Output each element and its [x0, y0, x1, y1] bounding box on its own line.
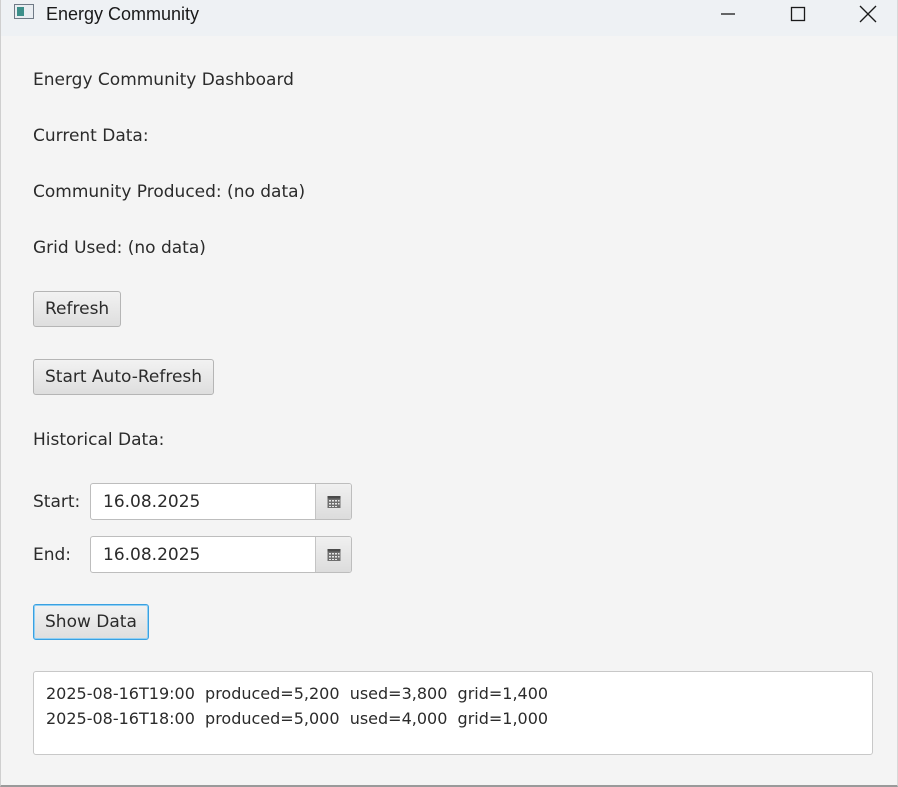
close-button[interactable] — [838, 0, 898, 28]
show-data-button[interactable]: Show Data — [33, 604, 149, 640]
title-bar[interactable]: Energy Community — [1, 0, 897, 36]
maximize-icon — [790, 6, 806, 22]
start-date-label: Start: — [33, 492, 81, 512]
community-produced-value: Community Produced: (no data) — [33, 182, 306, 202]
start-auto-refresh-button[interactable]: Start Auto-Refresh — [33, 359, 215, 395]
result-line: 2025-08-16T18:00 produced=5,000 used=4,0… — [46, 709, 549, 728]
start-date-picker[interactable]: 16.08.2025 — [90, 483, 352, 520]
app-icon — [14, 4, 34, 19]
calendar-icon — [327, 548, 340, 561]
end-date-input[interactable]: 16.08.2025 — [103, 545, 200, 565]
maximize-button[interactable] — [768, 0, 828, 28]
app-window: Energy Community Energy Community Dashbo… — [0, 0, 898, 787]
minimize-button[interactable] — [698, 0, 758, 28]
result-line: 2025-08-16T19:00 produced=5,200 used=3,8… — [46, 684, 549, 703]
start-calendar-button[interactable] — [315, 484, 351, 519]
grid-used-value: Grid Used: (no data) — [33, 238, 206, 258]
close-icon — [859, 5, 877, 23]
dashboard-heading: Energy Community Dashboard — [33, 70, 294, 90]
calendar-icon — [327, 495, 340, 508]
window-title: Energy Community — [46, 4, 200, 24]
results-text-area[interactable]: 2025-08-16T19:00 produced=5,200 used=3,8… — [33, 671, 873, 755]
minimize-icon — [721, 13, 735, 15]
end-calendar-button[interactable] — [315, 537, 351, 572]
end-date-picker[interactable]: 16.08.2025 — [90, 536, 352, 573]
start-date-input[interactable]: 16.08.2025 — [103, 492, 200, 512]
historical-data-label: Historical Data: — [33, 430, 165, 450]
current-data-label: Current Data: — [33, 126, 149, 146]
end-date-label: End: — [33, 545, 72, 565]
refresh-button[interactable]: Refresh — [33, 291, 122, 327]
